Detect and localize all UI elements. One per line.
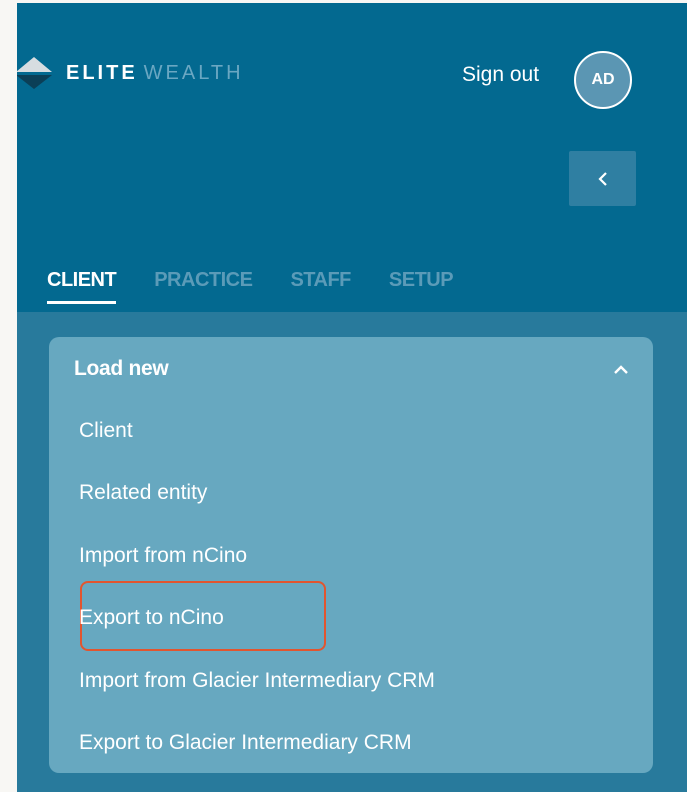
tab-practice[interactable]: PRACTICE [154, 269, 253, 304]
menu-item-import-ncino[interactable]: Import from nCino [79, 544, 247, 568]
nav-tabs: CLIENT PRACTICE STAFF SETUP [47, 269, 491, 304]
chevron-up-icon[interactable] [611, 363, 631, 377]
menu-item-import-glacier[interactable]: Import from Glacier Intermediary CRM [79, 669, 435, 693]
collapse-sidebar-button[interactable] [569, 151, 636, 206]
chevron-left-icon [597, 171, 607, 186]
tab-staff[interactable]: STAFF [290, 269, 351, 304]
tab-setup[interactable]: SETUP [389, 269, 454, 304]
menu-item-related-entity[interactable]: Related entity [79, 481, 207, 505]
menu-item-client[interactable]: Client [79, 419, 133, 443]
menu-item-export-ncino[interactable]: Export to nCino [79, 606, 224, 630]
tab-client[interactable]: CLIENT [47, 269, 117, 304]
nav-header: ELITE WEALTH Sign out AD CLIENT PRACTICE … [17, 3, 687, 312]
side-navigation-panel: ELITE WEALTH Sign out AD CLIENT PRACTICE … [17, 3, 687, 792]
brand-name: ELITE WEALTH [66, 62, 244, 85]
section-title[interactable]: Load new [74, 357, 169, 381]
user-avatar[interactable]: AD [574, 51, 632, 109]
logo-diamond-icon [17, 57, 52, 89]
menu-item-export-glacier[interactable]: Export to Glacier Intermediary CRM [79, 731, 412, 755]
brand-name-bold: ELITE [66, 61, 138, 84]
brand-logo[interactable]: ELITE WEALTH [17, 55, 244, 91]
sign-out-link[interactable]: Sign out [462, 63, 539, 87]
brand-name-light: WEALTH [143, 61, 244, 84]
